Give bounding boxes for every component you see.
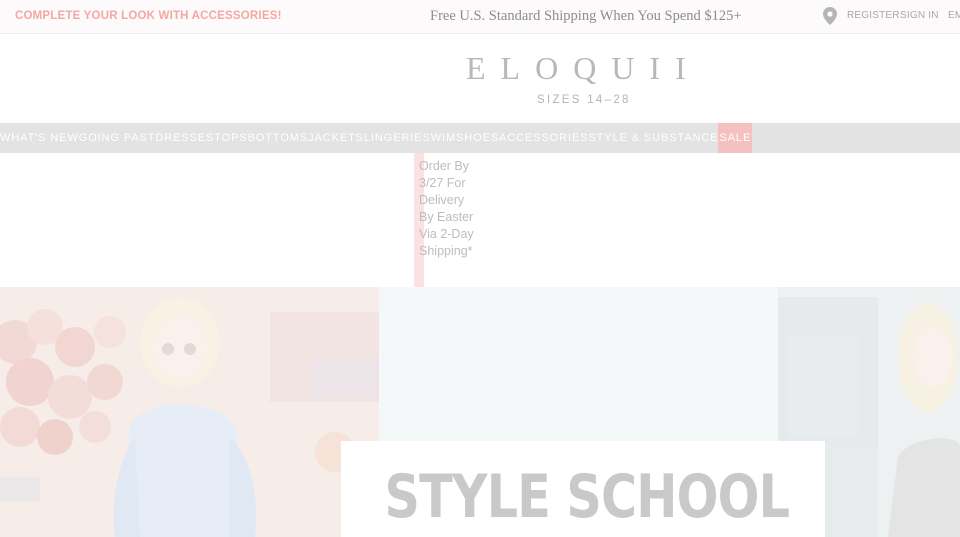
promo-bar: COMPLETE YOUR LOOK WITH ACCESSORIES! Fre… <box>0 0 960 34</box>
shipping-promo-text[interactable]: Free U.S. Standard Shipping When You Spe… <box>430 8 742 25</box>
register-link[interactable]: REGISTER <box>847 10 900 21</box>
nav-item-style-substance[interactable]: STYLE & SUBSTANCE <box>588 123 718 153</box>
nav-item-going-past[interactable]: GOING PAST <box>79 123 156 153</box>
nav-item-jackets[interactable]: JACKETS <box>308 123 364 153</box>
nav-item-shoes[interactable]: SHOES <box>456 123 499 153</box>
hero-photo-left <box>0 287 379 537</box>
style-school-card[interactable]: STYLE SCHOOL <box>341 441 825 537</box>
nav-item-lingerie[interactable]: LINGERIE <box>364 123 423 153</box>
nav-item-bottoms[interactable]: BOTTOMS <box>248 123 309 153</box>
nav-item-tops[interactable]: TOPS <box>214 123 247 153</box>
easter-delivery-banner[interactable]: Order By 3/27 For Delivery By Easter Via… <box>419 158 481 260</box>
nav-item-whats-new[interactable]: WHAT'S NEW <box>0 123 79 153</box>
main-nav: WHAT'S NEW GOING PAST DRESSES TOPS BOTTO… <box>0 123 960 153</box>
eloquii-logo[interactable]: ELOQUII <box>466 50 701 87</box>
location-pin-icon[interactable] <box>823 7 837 25</box>
email-link[interactable]: EM <box>948 10 960 21</box>
nav-item-accessories[interactable]: ACCESSORIES <box>499 123 588 153</box>
hero-banner[interactable]: STYLE SCHOOL <box>0 287 960 537</box>
nav-item-sale[interactable]: SALE <box>718 123 753 153</box>
nav-item-swim[interactable]: SWIM <box>422 123 456 153</box>
accessories-promo-link[interactable]: COMPLETE YOUR LOOK WITH ACCESSORIES! <box>15 10 282 22</box>
nav-item-dresses[interactable]: DRESSES <box>155 123 214 153</box>
brand-tagline: SIZES 14–28 <box>537 94 631 106</box>
style-school-title: STYLE SCHOOL <box>384 462 790 532</box>
sign-in-link[interactable]: SIGN IN <box>900 10 939 21</box>
